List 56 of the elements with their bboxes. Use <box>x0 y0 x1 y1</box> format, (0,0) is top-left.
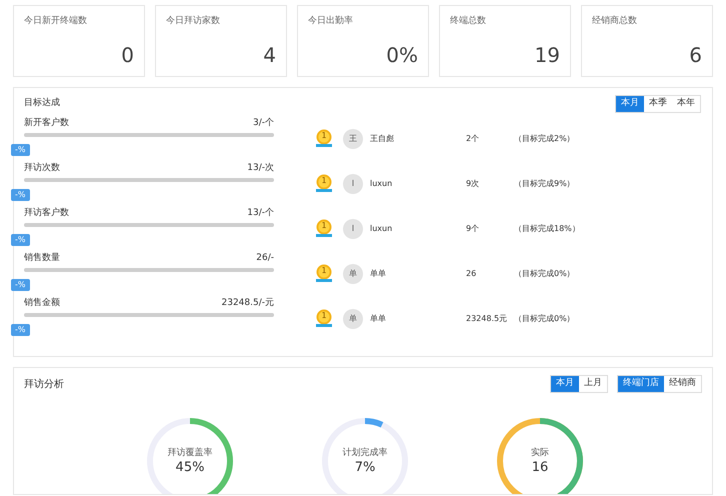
user-name: 王自彪 <box>370 133 395 145</box>
gauge-value: 16 <box>532 460 548 475</box>
goal-text: （目标完成2%） <box>514 133 575 145</box>
goal-text: （目标完成9%） <box>514 178 575 190</box>
percent-badge: -% <box>11 278 30 290</box>
metric-reading: 13/-次 <box>247 162 274 174</box>
metric-label: 拜访次数 <box>24 162 60 174</box>
gauge-value: 7% <box>354 460 376 475</box>
goal-text: （目标完成0%） <box>514 268 575 280</box>
stat-value: 4 <box>263 42 276 69</box>
stat-label: 经销商总数 <box>592 15 638 28</box>
stat-label: 今日拜访家数 <box>166 15 221 28</box>
percent-badge: -% <box>11 324 30 336</box>
tab[interactable]: 终端门店 <box>618 376 664 392</box>
avatar: l <box>343 219 363 239</box>
metric-reading: 13/-个 <box>247 206 274 220</box>
tab[interactable]: 本月 <box>551 376 579 392</box>
stat-value: 0% <box>386 42 418 69</box>
metric-reading: 23248.5/-元 <box>222 296 274 310</box>
stat-value: 6 <box>689 42 702 69</box>
panel-title: 目标达成 <box>24 97 61 110</box>
user-name: 单单 <box>370 313 387 325</box>
stat-value: 0 <box>121 42 134 69</box>
gauge-label: 实际 <box>531 447 549 460</box>
avatar: 王 <box>343 129 363 149</box>
percent-badge: -% <box>11 234 30 246</box>
avatar: l <box>343 174 363 194</box>
gauge-value: 45% <box>176 460 204 475</box>
gauge-label: 计划完成率 <box>342 447 388 460</box>
stat-label: 今日新开终端数 <box>24 15 88 28</box>
user-name: 单单 <box>370 268 387 280</box>
metric-label: 销售金额 <box>24 296 60 310</box>
metric-reading: 26/- <box>256 252 274 264</box>
avatar: 单 <box>343 264 363 284</box>
metric-label: 销售数量 <box>24 252 60 264</box>
stat-label: 终端总数 <box>450 15 487 28</box>
metric-label: 拜访客户数 <box>24 206 69 220</box>
panel-title: 拜访分析 <box>24 378 64 392</box>
user-name: luxun <box>370 178 394 190</box>
value-text: 9个 <box>466 223 480 235</box>
percent-badge: -% <box>11 188 30 200</box>
metric-reading: 3/-个 <box>252 116 274 130</box>
goal-text: （目标完成18%） <box>514 223 580 235</box>
metric-label: 新开客户数 <box>24 116 69 130</box>
stat-value: 19 <box>534 42 560 69</box>
value-text: 26 <box>466 268 478 280</box>
percent-badge: -% <box>11 144 30 156</box>
avatar: 单 <box>343 309 363 329</box>
gauge-label: 拜访覆盖率 <box>168 447 212 460</box>
goal-text: （目标完成0%） <box>514 313 575 325</box>
user-name: luxun <box>370 223 394 235</box>
value-text: 2个 <box>466 133 480 145</box>
stat-label: 今日出勤率 <box>308 15 354 28</box>
value-text: 23248.5元 <box>466 313 508 325</box>
value-text: 9次 <box>466 178 480 190</box>
tab[interactable]: 本月 <box>616 96 644 112</box>
